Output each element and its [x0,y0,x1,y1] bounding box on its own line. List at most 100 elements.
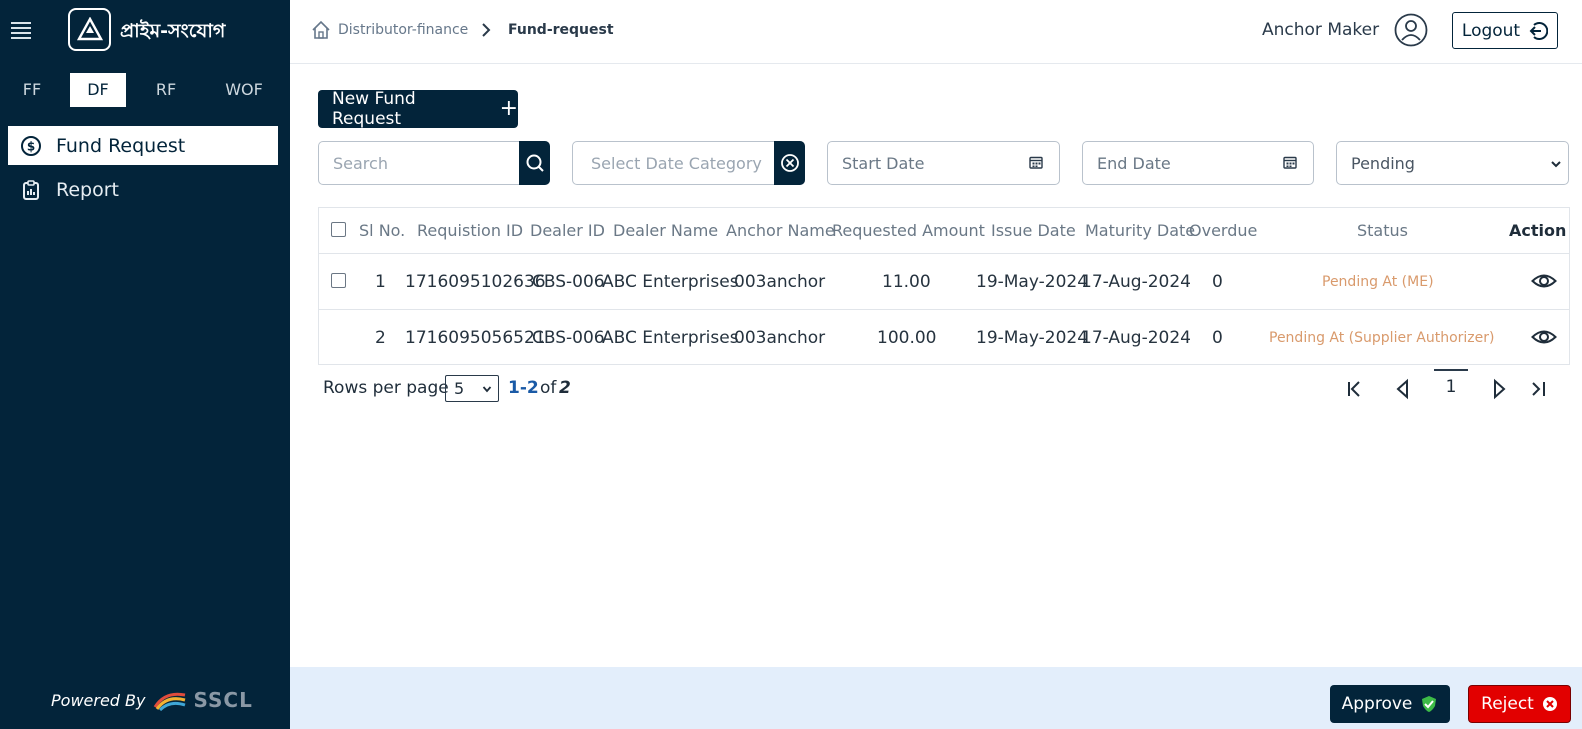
cell-overdue: 0 [1212,272,1223,292]
cell-amount: 100.00 [877,328,937,348]
powered-by-label: Powered By [51,690,146,710]
end-date-placeholder: End Date [1097,153,1171,173]
cell-requisition-id: 1716095056521 [405,328,546,348]
header-issue-date: Issue Date [991,221,1076,240]
logout-label: Logout [1461,20,1521,41]
pagination-of: of [540,378,557,398]
cell-sl: 1 [375,272,386,292]
rows-per-page-value: 5 [454,379,465,398]
approve-label: Approve [1341,694,1413,714]
new-fund-request-button[interactable]: New Fund Request + [318,89,518,129]
tab-ff[interactable]: FF [12,73,52,107]
module-tabs: FF DF RF WOF [0,73,290,107]
tab-rf[interactable]: RF [146,73,186,107]
hamburger-menu-icon[interactable] [11,22,31,40]
table-row: 1 1716095102636 CBS-006 ABC Enterprises … [319,254,1569,310]
clear-date-category-button[interactable] [774,141,805,185]
header-dealer-id: Dealer ID [530,221,605,240]
chevron-down-icon [1551,161,1561,168]
tab-df[interactable]: DF [70,73,126,107]
dollar-circle-icon: $ [20,135,42,157]
next-page-icon[interactable] [1488,378,1510,400]
end-date-input[interactable]: End Date [1082,141,1314,185]
home-icon[interactable] [310,19,332,41]
start-date-input[interactable]: Start Date [827,141,1060,185]
clear-circle-icon [780,154,799,172]
header-dealer-name: Dealer Name [613,221,719,240]
reject-button[interactable]: Reject [1468,685,1571,723]
check-shield-icon [1422,696,1437,712]
sidebar-item-label: Fund Request [56,134,186,157]
current-page-button[interactable]: 1 [1434,369,1468,399]
sidebar: প্রাইম-সংযোগ FF DF RF WOF $ Fund Request… [0,0,290,729]
header-anchor-name: Anchor Name [726,221,835,240]
cell-maturity-date: 17-Aug-2024 [1081,328,1191,348]
first-page-icon[interactable] [1344,378,1366,400]
calendar-icon[interactable] [1283,155,1297,169]
user-name: Anchor Maker [1262,20,1380,40]
cell-anchor-name: 003anchor [734,328,826,348]
new-fund-request-label: New Fund Request [332,89,416,129]
search-icon [526,154,544,172]
cell-maturity-date: 17-Aug-2024 [1081,272,1191,292]
select-all-checkbox[interactable] [331,222,346,237]
table-row: 2 1716095056521 CBS-006 ABC Enterprises … [319,310,1569,366]
cell-dealer-name: ABC Enterprises [602,328,739,348]
previous-page-icon[interactable] [1392,378,1414,400]
cell-amount: 11.00 [882,272,931,292]
pagination-total: 2 [559,378,571,398]
view-eye-icon[interactable] [1531,270,1557,292]
header-action: Action [1509,221,1567,240]
app-logo-text: প্রাইম-সংযোগ [120,20,226,42]
cell-dealer-id: CBS-006 [532,328,605,348]
logout-icon [1529,21,1549,40]
svg-text:$: $ [27,139,35,153]
clipboard-chart-icon [20,179,42,201]
rows-per-page-label: Rows per page [323,378,449,398]
cell-dealer-id: CBS-006 [532,272,605,292]
plus-icon: + [499,96,518,121]
cell-issue-date: 19-May-2024 [976,328,1089,348]
header-requested-amount: Requested Amount [832,221,985,240]
search-button[interactable] [519,141,550,185]
last-page-icon[interactable] [1528,378,1550,400]
fund-request-table: Sl No. Requistion ID Dealer ID Dealer Na… [318,207,1570,365]
breadcrumb-parent[interactable]: Distributor-finance [338,22,468,38]
cell-dealer-name: ABC Enterprises [602,272,739,292]
calendar-icon[interactable] [1029,155,1043,169]
sscl-brand: SSCL [193,688,253,712]
tab-wof[interactable]: WOF [218,73,270,107]
user-avatar-icon[interactable] [1394,13,1428,47]
chevron-right-icon [482,23,491,37]
view-eye-icon[interactable] [1531,326,1557,348]
pagination-range: 1-2 [508,378,539,398]
header-requisition-id: Requistion ID [417,221,524,240]
rows-per-page-select[interactable]: 5 [445,375,499,402]
header-overdue: Overdue [1189,221,1258,240]
cell-overdue: 0 [1212,328,1223,348]
date-category-select[interactable]: Select Date Category [572,141,805,185]
top-header: Distributor-finance Fund-request Anchor … [290,0,1582,64]
status-select-value: Pending [1351,153,1415,173]
search-input[interactable]: Search [318,141,550,185]
chevron-down-icon [482,386,492,393]
logo-icon [68,8,111,51]
sidebar-item-report[interactable]: Report [8,170,278,209]
logout-button[interactable]: Logout [1452,12,1558,49]
status-badge: Pending At (Supplier Authorizer) [1269,330,1495,346]
table-header-row: Sl No. Requistion ID Dealer ID Dealer Na… [319,208,1569,254]
cell-anchor-name: 003anchor [734,272,826,292]
cell-sl: 2 [375,328,386,348]
sscl-logo-icon [154,692,186,711]
status-select[interactable]: Pending [1336,141,1569,185]
search-placeholder: Search [333,153,388,173]
row-checkbox[interactable] [331,273,346,288]
sidebar-item-label: Report [56,178,119,201]
close-circle-icon [1542,697,1557,711]
cell-issue-date: 19-May-2024 [976,272,1089,292]
header-status: Status [1357,221,1408,240]
sidebar-item-fund-request[interactable]: $ Fund Request [8,126,278,165]
approve-button[interactable]: Approve [1330,685,1450,723]
status-badge: Pending At (ME) [1322,274,1434,290]
powered-by: Powered By SSCL [51,688,253,712]
